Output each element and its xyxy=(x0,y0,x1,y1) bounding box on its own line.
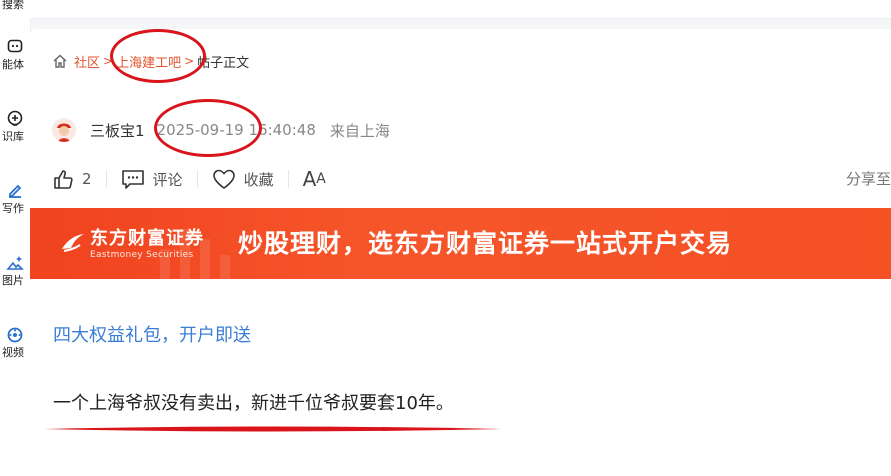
eastmoney-logo: 东方财富证券 Eastmoney Securities xyxy=(60,224,204,260)
comment-label: 评论 xyxy=(152,170,183,189)
post-card: 社区 > 上海建工吧 > 帖子正文 三板宝1 2025-09-19 16:40:… xyxy=(30,29,891,476)
agent-icon xyxy=(0,38,30,56)
sidebar-item-image[interactable]: 图片 xyxy=(0,254,30,288)
left-sidebar: 搜索 能体 识库 写作 图片 视频 xyxy=(0,0,31,476)
write-icon xyxy=(0,182,30,200)
heart-icon xyxy=(212,169,235,189)
post-body-text: 一个上海爷叔没有卖出，新进千位爷叔要套10年。 xyxy=(53,393,454,414)
comment-button[interactable]: 评论 xyxy=(121,168,183,190)
eastmoney-logo-icon xyxy=(62,234,84,252)
like-count: 2 xyxy=(82,170,92,188)
annotation-circle-forum xyxy=(110,29,206,83)
home-icon[interactable] xyxy=(52,53,68,69)
author-name[interactable]: 三板宝1 xyxy=(90,120,145,141)
logo-english: Eastmoney Securities xyxy=(90,250,194,260)
post-location: 来自上海 xyxy=(329,121,390,140)
sidebar-item-label: 能体 xyxy=(2,58,24,71)
like-button[interactable]: 2 xyxy=(52,168,92,190)
sidebar-item-label: 视频 xyxy=(2,346,24,359)
image-icon xyxy=(0,254,30,272)
sidebar-item-label: 写作 xyxy=(2,202,24,215)
share-label[interactable]: 分享至 xyxy=(846,165,891,193)
sidebar-item-agent[interactable]: 能体 xyxy=(0,38,30,72)
favorite-label: 收藏 xyxy=(243,170,274,189)
font-size-large: A xyxy=(302,167,317,191)
font-size-toggle[interactable]: AA xyxy=(303,167,326,191)
banner-decoration xyxy=(220,255,230,279)
sidebar-item-write[interactable]: 写作 xyxy=(0,182,30,216)
promo-link[interactable]: 四大权益礼包，开户即送 xyxy=(53,321,251,347)
banner-slogan: 炒股理财，选东方财富证券一站式开户交易 xyxy=(238,229,733,258)
sidebar-item-label: 图片 xyxy=(2,274,24,287)
sidebar-item-label: 搜索 xyxy=(2,0,24,11)
ad-banner[interactable]: 东方财富证券 Eastmoney Securities 炒股理财，选东方财富证券… xyxy=(30,208,891,279)
knowledge-icon xyxy=(0,110,30,128)
sidebar-item-video[interactable]: 视频 xyxy=(0,326,30,360)
top-strip xyxy=(30,0,891,19)
sidebar-item-knowledge[interactable]: 识库 xyxy=(0,110,30,144)
font-size-small: A xyxy=(316,171,326,187)
video-icon xyxy=(0,326,30,344)
annotation-circle-date xyxy=(154,99,262,157)
avatar[interactable] xyxy=(52,118,76,142)
annotation-underline xyxy=(44,426,502,432)
action-bar: 2 评论 收藏 AA 分享至 xyxy=(52,165,891,193)
sidebar-item-search[interactable]: 搜索 xyxy=(0,0,30,12)
breadcrumb-community-link[interactable]: 社区 xyxy=(74,52,100,71)
comment-icon xyxy=(121,170,144,189)
thumbs-up-icon xyxy=(54,170,73,189)
divider xyxy=(105,170,107,188)
logo-chinese: 东方财富证券 xyxy=(90,228,204,249)
sidebar-item-label: 识库 xyxy=(2,130,24,143)
divider xyxy=(287,170,289,188)
divider xyxy=(196,170,198,188)
favorite-button[interactable]: 收藏 xyxy=(212,168,274,190)
